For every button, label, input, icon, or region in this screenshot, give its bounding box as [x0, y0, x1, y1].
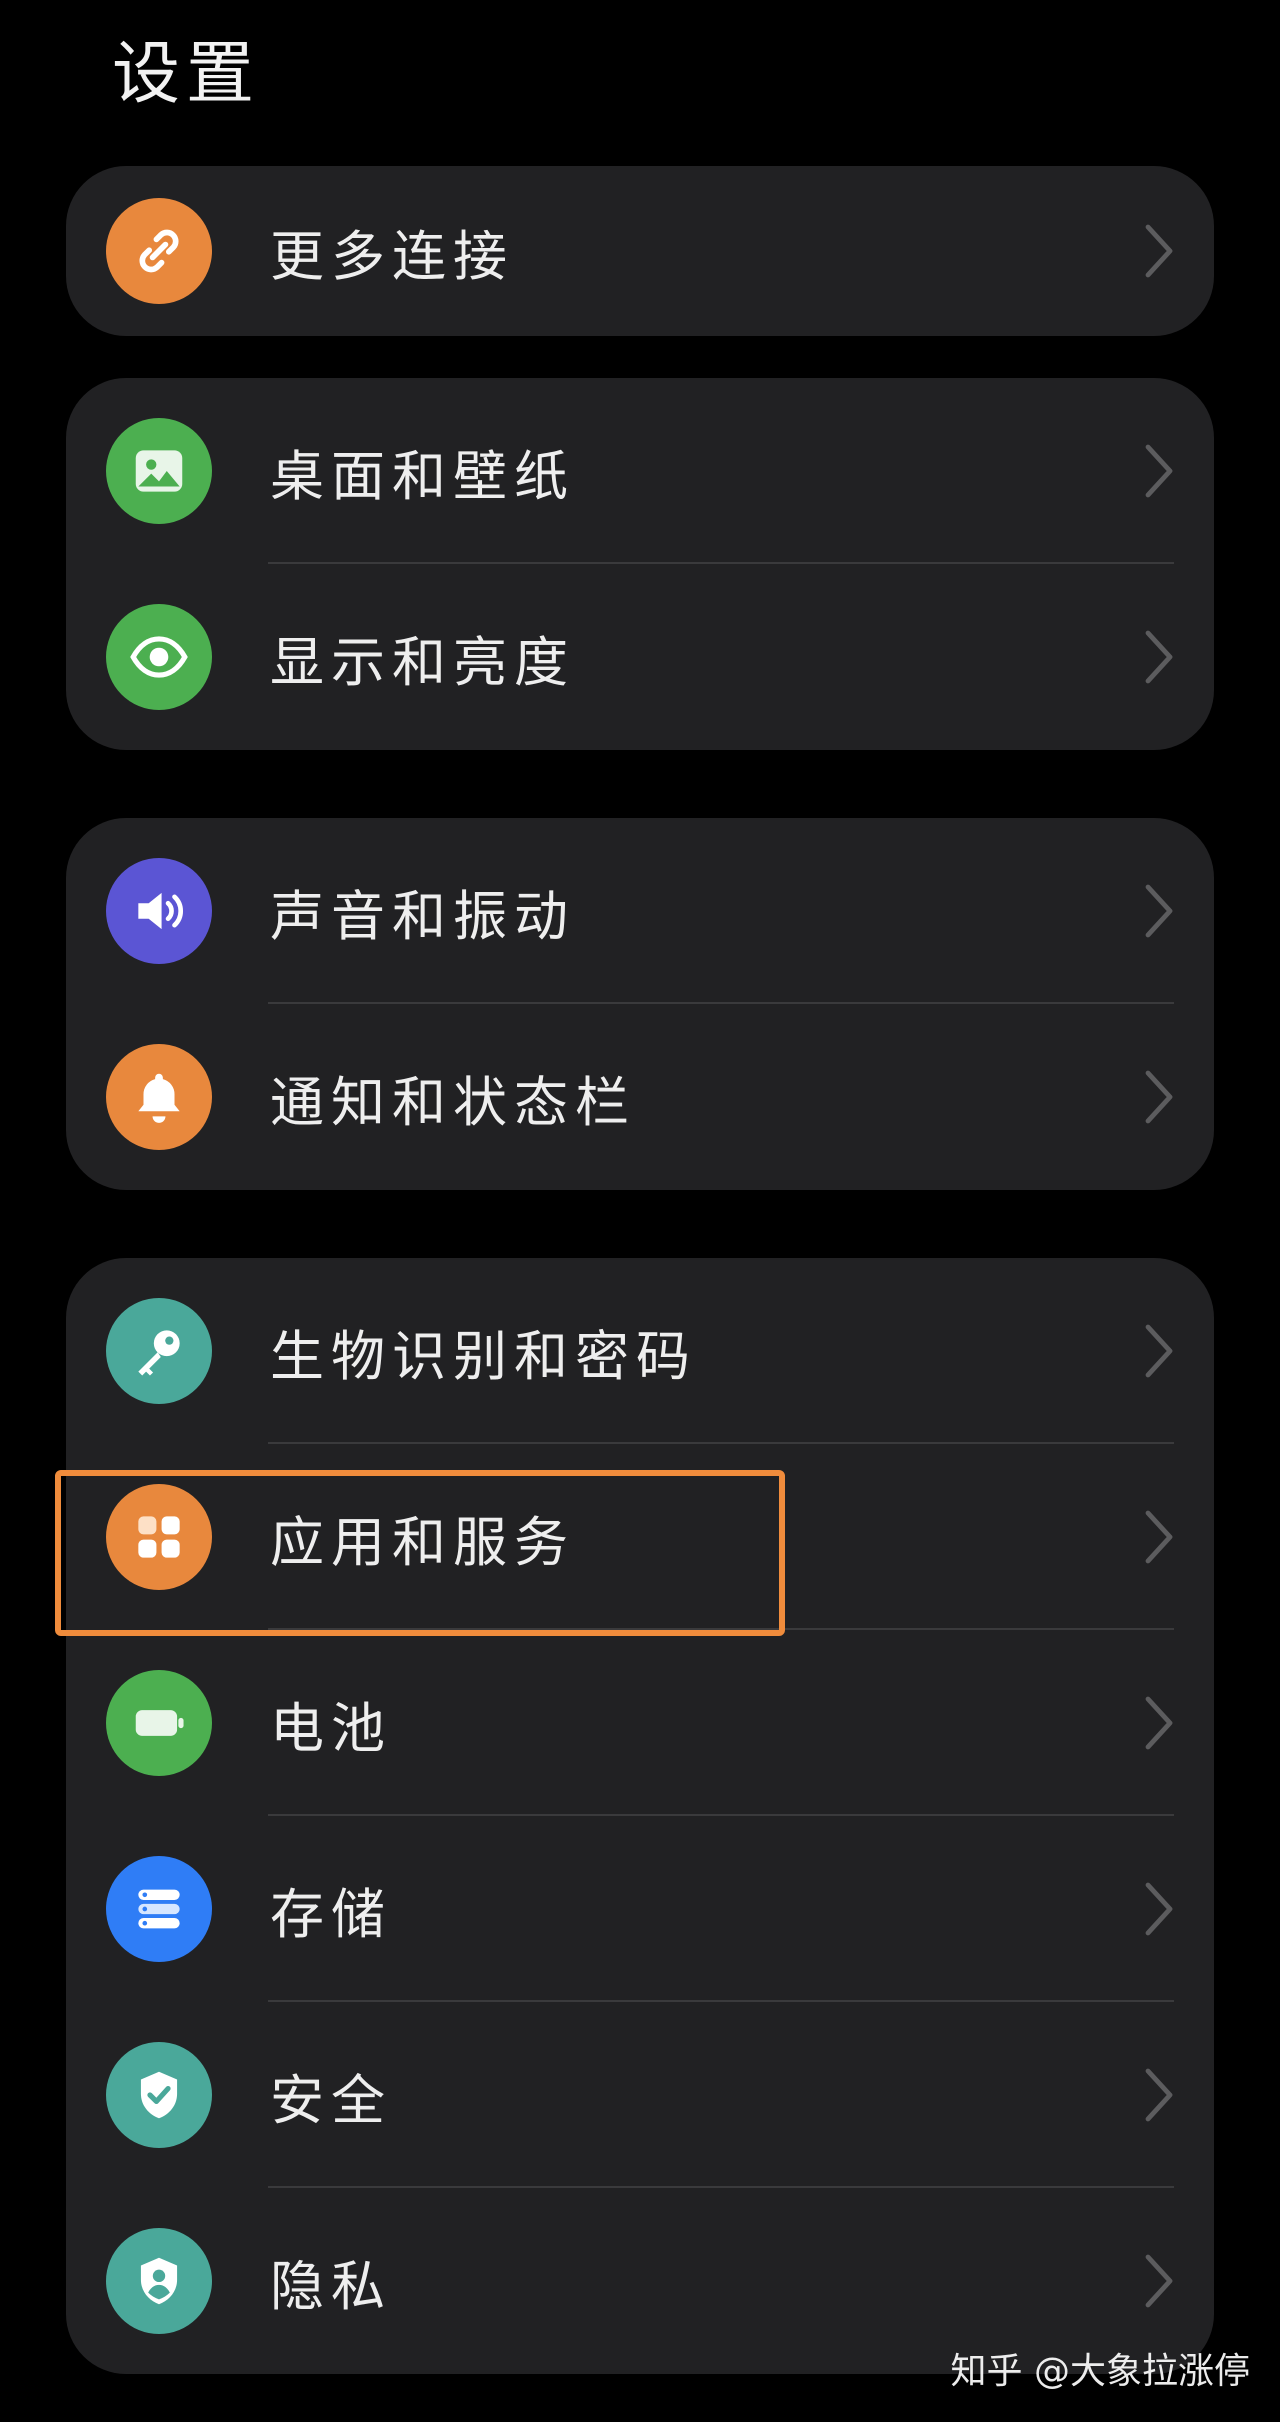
- privacy-shield-icon: [106, 2228, 212, 2334]
- chevron-right-icon: [1144, 1069, 1174, 1125]
- settings-item-label: 安全: [270, 2068, 392, 2132]
- settings-item-label: 隐私: [270, 2254, 392, 2318]
- chevron-right-icon: [1144, 629, 1174, 685]
- settings-item-sound-vibration[interactable]: 声音和振动: [66, 818, 1214, 1004]
- settings-item-label: 电池: [270, 1696, 392, 1760]
- settings-item-biometrics-password[interactable]: 生物识别和密码: [66, 1258, 1214, 1444]
- storage-icon: [106, 1856, 212, 1962]
- chevron-right-icon: [1144, 1695, 1174, 1751]
- shield-check-icon: [106, 2042, 212, 2148]
- battery-icon: [106, 1670, 212, 1776]
- highlight-box: [55, 1470, 785, 1636]
- chevron-right-icon: [1144, 2067, 1174, 2123]
- settings-item-label: 生物识别和密码: [270, 1324, 697, 1388]
- settings-item-notifications-statusbar[interactable]: 通知和状态栏: [66, 1004, 1214, 1190]
- settings-item-label: 更多连接: [270, 224, 514, 288]
- settings-item-label: 声音和振动: [270, 884, 575, 948]
- settings-item-label: 存储: [270, 1882, 392, 1946]
- settings-item-battery[interactable]: 电池: [66, 1630, 1214, 1816]
- chevron-right-icon: [1144, 883, 1174, 939]
- watermark: 知乎 @大象拉涨停: [950, 2351, 1250, 2392]
- settings-group-sound-notify: 声音和振动 通知和状态栏: [66, 818, 1214, 1190]
- settings-item-desktop-wallpaper[interactable]: 桌面和壁纸: [66, 378, 1214, 564]
- settings-group-connections: 更多连接: [66, 166, 1214, 336]
- settings-item-label: 桌面和壁纸: [270, 444, 575, 508]
- settings-group-display: 桌面和壁纸 显示和亮度: [66, 378, 1214, 750]
- chevron-right-icon: [1144, 1323, 1174, 1379]
- chevron-right-icon: [1144, 1509, 1174, 1565]
- chevron-right-icon: [1144, 1881, 1174, 1937]
- settings-item-more-connections[interactable]: 更多连接: [66, 166, 1214, 336]
- settings-item-label: 通知和状态栏: [270, 1070, 636, 1134]
- eye-icon: [106, 604, 212, 710]
- bell-icon: [106, 1044, 212, 1150]
- settings-item-label: 显示和亮度: [270, 630, 575, 694]
- settings-item-storage[interactable]: 存储: [66, 1816, 1214, 2002]
- speaker-icon: [106, 858, 212, 964]
- chevron-right-icon: [1144, 223, 1174, 279]
- key-icon: [106, 1298, 212, 1404]
- settings-group-system: 生物识别和密码 应用和服务 电池 存储 安全 隐私: [66, 1258, 1214, 2374]
- page-title: 设置: [112, 35, 261, 114]
- chevron-right-icon: [1144, 2253, 1174, 2309]
- wallpaper-icon: [106, 418, 212, 524]
- settings-item-display-brightness[interactable]: 显示和亮度: [66, 564, 1214, 750]
- link-icon: [106, 198, 212, 304]
- chevron-right-icon: [1144, 443, 1174, 499]
- settings-item-security[interactable]: 安全: [66, 2002, 1214, 2188]
